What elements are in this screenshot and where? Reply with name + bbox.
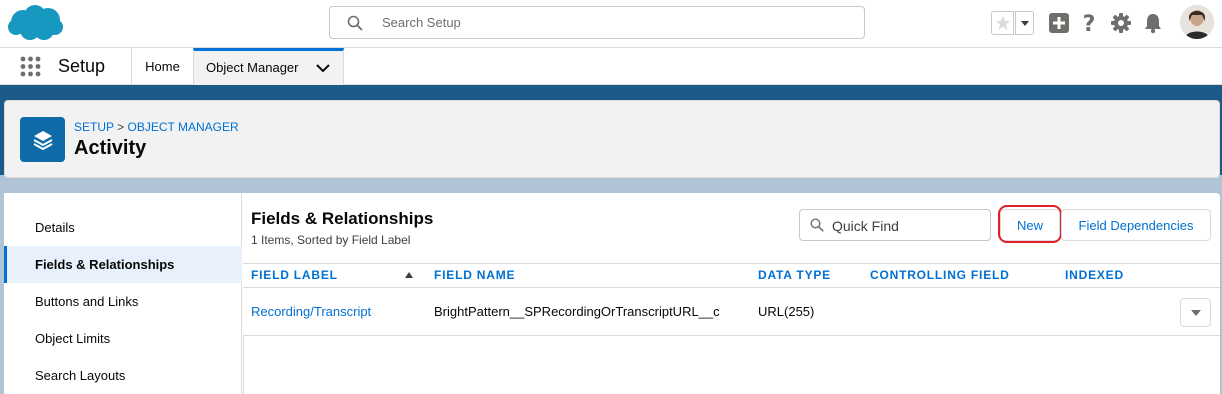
object-icon [20,117,65,162]
breadcrumb-setup-link[interactable]: SETUP [74,120,114,134]
field-dependencies-button[interactable]: Field Dependencies [1061,209,1211,241]
table-empty-area [243,336,1220,394]
new-button-highlight-annotation [998,205,1062,243]
main-content-card: Details Fields & Relationships Buttons a… [4,193,1220,394]
column-header-field-name[interactable]: FIELD NAME [434,268,515,282]
search-icon [347,15,363,31]
sidebar-item-object-limits[interactable]: Object Limits [4,320,242,357]
favorite-button[interactable] [991,11,1014,35]
bell-icon[interactable] [1142,12,1164,34]
star-icon [995,16,1010,30]
search-placeholder: Search Setup [382,15,461,30]
column-header-controlling-field[interactable]: CONTROLLING FIELD [870,268,1010,282]
section-title: Fields & Relationships [251,209,434,228]
column-header-data-type[interactable]: DATA TYPE [758,268,831,282]
help-icon[interactable]: ? [1078,12,1100,34]
layers-icon [33,130,52,150]
table-row: Recording/Transcript BrightPattern__SPRe… [243,288,1220,336]
user-photo-icon [1180,5,1214,39]
table-header: FIELD LABEL FIELD NAME DATA TYPE CONTROL… [243,263,1220,288]
field-name-cell: BrightPattern__SPRecordingOrTranscriptUR… [434,304,720,319]
favorites-group [991,11,1034,35]
sidebar-item-buttons-links[interactable]: Buttons and Links [4,283,242,320]
quick-find-input[interactable]: Quick Find [799,209,991,241]
column-header-field-label[interactable]: FIELD LABEL [251,268,338,282]
breadcrumb: SETUP > OBJECT MANAGER [74,120,239,134]
app-navigation-bar: Setup Home Object Manager [0,48,1222,85]
search-icon [810,218,824,232]
breadcrumb-separator: > [117,120,125,134]
chevron-down-icon[interactable] [315,60,331,76]
tab-home[interactable]: Home [132,48,193,85]
salesforce-logo-icon[interactable] [6,3,64,43]
row-actions-button[interactable] [1180,298,1211,327]
tab-object-manager[interactable]: Object Manager [193,48,344,85]
data-type-cell: URL(255) [758,304,815,319]
gear-icon[interactable] [1110,12,1132,34]
caret-down-icon [1190,309,1201,316]
fields-relationships-panel: Fields & Relationships 1 Items, Sorted b… [243,193,1220,394]
sidebar-item-fields-relationships[interactable]: Fields & Relationships [4,246,242,283]
caret-down-icon [1020,21,1029,26]
app-name: Setup [58,56,106,76]
field-label-link[interactable]: Recording/Transcript [251,304,371,319]
page-title: Activity [74,137,147,159]
tab-object-manager-label: Object Manager [206,60,299,75]
sidebar-item-details[interactable]: Details [4,209,242,246]
object-sidebar: Details Fields & Relationships Buttons a… [4,193,242,394]
app-launcher-waffle-icon[interactable] [20,56,41,77]
global-header: Search Setup ? [0,0,1222,48]
object-page-header: SETUP > OBJECT MANAGER Activity [4,100,1220,178]
quick-find-placeholder: Quick Find [832,218,899,234]
user-avatar[interactable] [1180,5,1214,39]
column-header-indexed[interactable]: INDEXED [1065,268,1124,282]
favorites-dropdown-button[interactable] [1015,11,1034,35]
setup-search-input[interactable]: Search Setup [329,6,865,39]
plus-icon[interactable] [1048,12,1070,34]
breadcrumb-object-manager-link[interactable]: OBJECT MANAGER [128,120,239,134]
sort-ascending-icon[interactable] [405,272,413,278]
section-subtitle: 1 Items, Sorted by Field Label [251,233,411,247]
sidebar-item-search-layouts[interactable]: Search Layouts [4,357,242,394]
svg-text:?: ? [1083,12,1096,34]
